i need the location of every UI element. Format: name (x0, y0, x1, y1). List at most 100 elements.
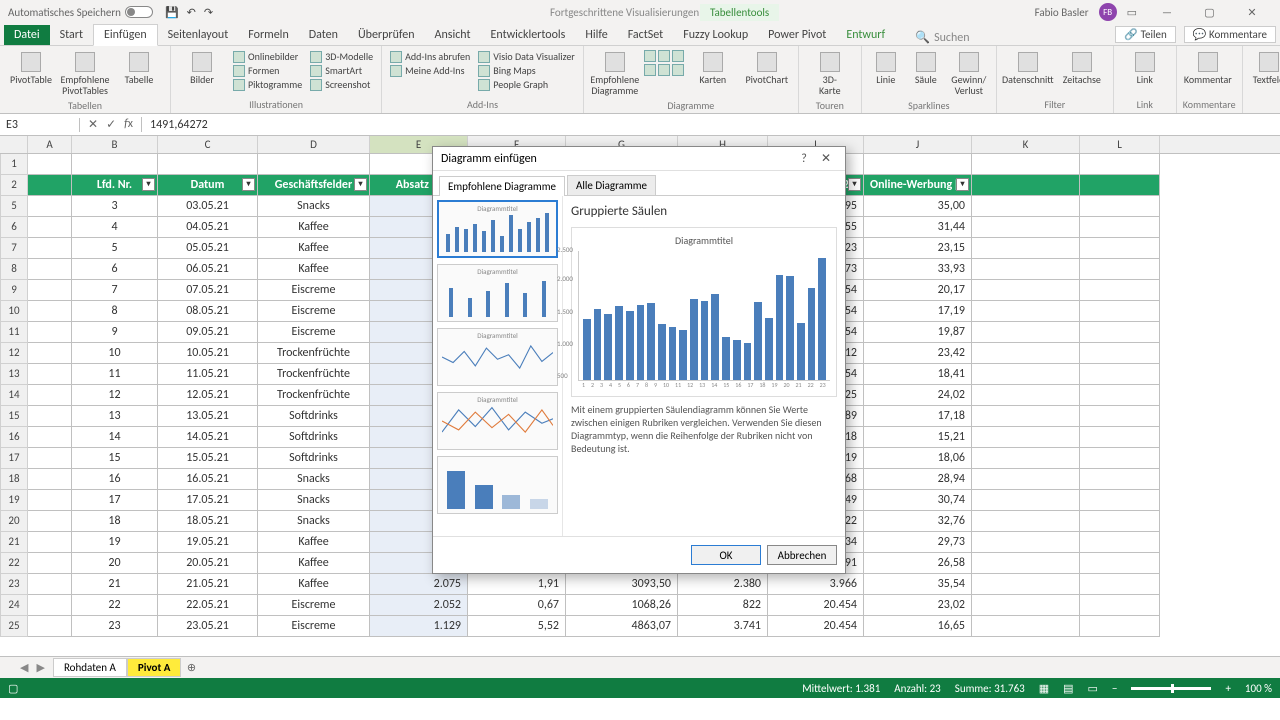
thumb-line-2[interactable]: Diagrammtitel (437, 392, 558, 450)
slicer-button[interactable]: Datenschnitt (1003, 50, 1053, 87)
barchart-icon[interactable] (644, 50, 656, 62)
tab-daten[interactable]: Daten (299, 25, 348, 45)
search-box[interactable]: 🔍 Suchen (915, 30, 969, 45)
textbox-button[interactable]: Textfeld (1249, 50, 1280, 87)
piechart-icon[interactable] (672, 50, 684, 62)
thumb-clustered-column-2[interactable]: Diagrammtitel (437, 264, 558, 322)
sheet-nav-next-icon[interactable]: ▶ (36, 661, 44, 674)
sparkline-line-button[interactable]: Linie (868, 50, 904, 87)
tab-start[interactable]: Start (50, 25, 93, 45)
smartart-button[interactable]: SmartArt (308, 64, 375, 77)
tab-formeln[interactable]: Formeln (238, 25, 298, 45)
comment-button[interactable]: Kommentar (1183, 50, 1233, 87)
sheet-tab-active[interactable]: Pivot A (127, 658, 182, 677)
tab-ueberpruefen[interactable]: Überprüfen (348, 25, 425, 45)
zoom-slider[interactable] (1131, 687, 1211, 690)
col-header[interactable]: D (258, 136, 370, 153)
people-button[interactable]: People Graph (476, 78, 577, 91)
table-row[interactable]: 252323.05.21Eiscreme1.1295,524863,073.74… (0, 616, 1280, 637)
tab-fuzzy[interactable]: Fuzzy Lookup (673, 25, 758, 45)
scatterchart-icon[interactable] (658, 64, 670, 76)
ok-button[interactable]: OK (691, 545, 761, 565)
addins-button[interactable]: Add-Ins abrufen (388, 50, 472, 63)
avatar[interactable]: FB (1099, 3, 1117, 21)
thumb-clustered-column[interactable]: Diagrammtitel (437, 200, 558, 258)
view-page-icon[interactable]: ▤ (1063, 682, 1073, 695)
recommended-charts-button[interactable]: Empfohlene Diagramme (590, 50, 640, 98)
otherchart-icon[interactable] (672, 64, 684, 76)
tab-entwurf[interactable]: Entwurf (836, 25, 895, 45)
tab-hilfe[interactable]: Hilfe (575, 25, 617, 45)
bing-button[interactable]: Bing Maps (476, 64, 577, 77)
myaddins-button[interactable]: Meine Add-Ins (388, 64, 472, 77)
view-normal-icon[interactable]: ▦ (1039, 682, 1049, 695)
maximize-icon[interactable]: ▢ (1190, 6, 1230, 19)
table-row[interactable]: 232121.05.21Kaffee2.0751,913093,502.3803… (0, 574, 1280, 595)
tab-seitenlayout[interactable]: Seitenlayout (158, 25, 239, 45)
view-break-icon[interactable]: ▭ (1088, 682, 1098, 695)
select-all-corner[interactable] (0, 136, 28, 153)
col-header[interactable]: L (1080, 136, 1160, 153)
table-row[interactable]: 242222.05.21Eiscreme2.0520,671068,268222… (0, 595, 1280, 616)
3dmap-button[interactable]: 3D- Karte (805, 50, 855, 98)
col-header[interactable]: J (864, 136, 972, 153)
name-box[interactable]: E3 (0, 118, 80, 132)
screenshot-button[interactable]: Screenshot (308, 78, 375, 91)
tab-einfuegen[interactable]: Einfügen (93, 24, 158, 46)
sparkline-col-button[interactable]: Säule (908, 50, 944, 87)
sheet-tab[interactable]: Rohdaten A (53, 658, 127, 677)
autosave-toggle[interactable]: Automatisches Speichern (8, 6, 153, 19)
thumb-line[interactable]: Diagrammtitel (437, 328, 558, 386)
dialog-tab-recommended[interactable]: Empfohlene Diagramme (439, 176, 565, 196)
dialog-help-icon[interactable]: ? (793, 152, 815, 166)
tab-file[interactable]: Datei (4, 25, 50, 45)
col-header[interactable]: A (28, 136, 72, 153)
formula-input[interactable]: 1491,64272 (142, 118, 1280, 132)
cancel-button[interactable]: Abbrechen (767, 545, 837, 565)
zoom-level[interactable]: 100 % (1245, 682, 1272, 695)
visio-button[interactable]: Visio Data Visualizer (476, 50, 577, 63)
linechart-icon[interactable] (658, 50, 670, 62)
timeline-button[interactable]: Zeitachse (1057, 50, 1107, 87)
save-icon[interactable]: 💾 (165, 6, 179, 19)
enter-formula-icon[interactable]: ✓ (106, 117, 116, 132)
link-button[interactable]: Link (1120, 50, 1170, 87)
tab-ansicht[interactable]: Ansicht (425, 25, 481, 45)
thumb-pareto[interactable] (437, 456, 558, 514)
zoom-out-icon[interactable]: − (1112, 682, 1117, 695)
tab-factset[interactable]: FactSet (618, 25, 673, 45)
bilder-button[interactable]: Bilder (177, 50, 227, 87)
dialog-tab-all[interactable]: Alle Diagramme (567, 175, 656, 195)
dialog-close-icon[interactable]: ✕ (815, 151, 837, 166)
sheet-nav-prev-icon[interactable]: ◀ (20, 661, 28, 674)
toggle-icon[interactable] (125, 6, 153, 18)
comments-button[interactable]: 💬 Kommentare (1184, 26, 1276, 43)
col-header[interactable]: C (158, 136, 258, 153)
record-macro-icon[interactable]: ▢ (8, 682, 18, 695)
col-header[interactable]: B (72, 136, 158, 153)
recommended-pivot-button[interactable]: Empfohlene PivotTables (60, 50, 110, 98)
chart-thumbnails[interactable]: Diagrammtitel Diagrammtitel Diagrammtite… (433, 196, 563, 536)
cancel-formula-icon[interactable]: ✕ (88, 117, 98, 132)
new-sheet-icon[interactable]: ⊕ (181, 661, 201, 674)
tab-powerpivot[interactable]: Power Pivot (758, 25, 836, 45)
table-button[interactable]: Tabelle (114, 50, 164, 87)
pivottable-button[interactable]: PivotTable (6, 50, 56, 87)
minimize-icon[interactable]: — (1147, 6, 1187, 19)
zoom-in-icon[interactable]: + (1225, 682, 1230, 695)
fx-icon[interactable]: fx (124, 117, 133, 132)
3dmodels-button[interactable]: 3D-Modelle (308, 50, 375, 63)
pivotchart-button[interactable]: PivotChart (742, 50, 792, 87)
close-icon[interactable]: ✕ (1232, 6, 1272, 19)
karten-button[interactable]: Karten (688, 50, 738, 87)
onlinebilder-button[interactable]: Onlinebilder (231, 50, 304, 63)
share-button[interactable]: 🔗 Teilen (1115, 26, 1175, 43)
col-header[interactable]: K (972, 136, 1080, 153)
tab-entwicklertools[interactable]: Entwicklertools (481, 25, 576, 45)
ribbon-options-icon[interactable]: ▭ (1127, 6, 1137, 19)
formen-button[interactable]: Formen (231, 64, 304, 77)
undo-icon[interactable]: ↶ (187, 6, 196, 19)
sparkline-wl-button[interactable]: Gewinn/ Verlust (948, 50, 990, 98)
piktogramme-button[interactable]: Piktogramme (231, 78, 304, 91)
redo-icon[interactable]: ↷ (204, 6, 213, 19)
